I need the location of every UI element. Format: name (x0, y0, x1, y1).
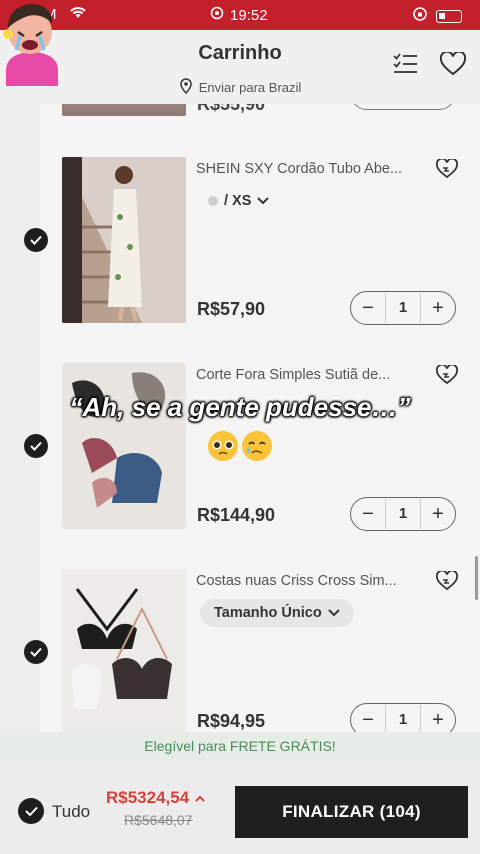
item-checkbox[interactable] (24, 228, 48, 252)
original-total-price: R$5648,07 (124, 812, 193, 828)
total-price[interactable]: R$5324,54 (106, 788, 205, 808)
alarm-icon (210, 6, 224, 24)
increase-qty-button[interactable]: + (421, 705, 455, 732)
product-price: R$144,90 (197, 505, 276, 525)
variant-selector[interactable]: Tamanho Único (200, 599, 354, 627)
cart-item: SHEIN SXY Cordão Tubo Abe... / XS R$57,9… (40, 157, 480, 327)
ship-to-label: Enviar para Brazil (198, 80, 302, 95)
select-all-label[interactable]: Tudo (52, 802, 90, 822)
variant-label: Tamanho Único (214, 605, 322, 621)
decrease-qty-button[interactable]: − (351, 499, 385, 529)
chevron-down-icon (257, 193, 270, 209)
checklist-icon[interactable] (392, 52, 418, 81)
quantity-stepper[interactable] (350, 104, 456, 110)
product-name[interactable]: SHEIN SXY Cordão Tubo Abe... (196, 161, 426, 177)
checkout-bar: Tudo R$5324,54 R$5648,07 FINALIZAR (104) (0, 760, 480, 854)
quantity-stepper[interactable]: − 1 + (350, 703, 456, 732)
product-name[interactable]: Corte Fora Simples Sutiã de... (196, 367, 426, 383)
chevron-up-icon[interactable] (195, 788, 205, 808)
wifi-icon (68, 4, 88, 24)
checkout-button[interactable]: FINALIZAR (104) (235, 786, 468, 838)
product-name[interactable]: Costas nuas Criss Cross Sim... (196, 573, 426, 589)
move-to-wishlist-icon[interactable] (435, 569, 459, 596)
move-to-wishlist-icon[interactable] (435, 157, 459, 184)
product-price: R$55,90 (197, 104, 266, 114)
decrease-qty-button[interactable]: − (351, 705, 385, 732)
emoji-group (0, 430, 480, 467)
product-image[interactable] (62, 157, 186, 323)
increase-qty-button[interactable]: + (421, 293, 455, 323)
holding-back-tears-icon (241, 430, 273, 467)
battery-icon (436, 9, 462, 23)
variant-selector[interactable]: / XS (200, 187, 277, 215)
rotation-lock-icon (412, 6, 428, 26)
decrease-qty-button[interactable]: − (351, 293, 385, 323)
product-price: R$57,90 (197, 299, 266, 319)
heart-icon[interactable] (439, 50, 467, 81)
quantity-stepper[interactable]: − 1 + (350, 291, 456, 325)
move-to-wishlist-icon[interactable] (435, 363, 459, 390)
item-checkbox[interactable] (24, 640, 48, 664)
select-all-checkbox[interactable] (18, 798, 44, 824)
increase-qty-button[interactable]: + (421, 499, 455, 529)
quantity-value[interactable]: 1 (385, 499, 421, 529)
variant-label: / XS (224, 193, 252, 209)
cart-header: Carrinho Enviar para Brazil (0, 30, 480, 104)
product-image[interactable] (62, 104, 186, 116)
quantity-value[interactable]: 1 (385, 293, 421, 323)
clock-time: 19:52 (230, 6, 268, 24)
overlay-caption: “Ah, se a gente pudesse…” (69, 392, 411, 422)
cart-item: Costas nuas Criss Cross Sim... Tamanho Ú… (40, 569, 480, 732)
scrollbar[interactable] (475, 556, 478, 600)
total-price-value: R$5324,54 (106, 788, 190, 807)
free-shipping-banner: Elegível para FRETE GRÁTIS! (0, 732, 480, 760)
quantity-stepper[interactable]: − 1 + (350, 497, 456, 531)
color-swatch (208, 196, 218, 206)
status-bar: M 19:52 (0, 0, 480, 30)
crying-cartoon-avatar (0, 0, 64, 86)
quantity-value[interactable]: 1 (385, 705, 421, 732)
product-image[interactable] (62, 569, 186, 732)
pleading-face-icon (207, 430, 239, 467)
chevron-down-icon (327, 605, 340, 621)
product-price: R$94,95 (197, 711, 266, 731)
location-pin-icon (179, 78, 193, 97)
